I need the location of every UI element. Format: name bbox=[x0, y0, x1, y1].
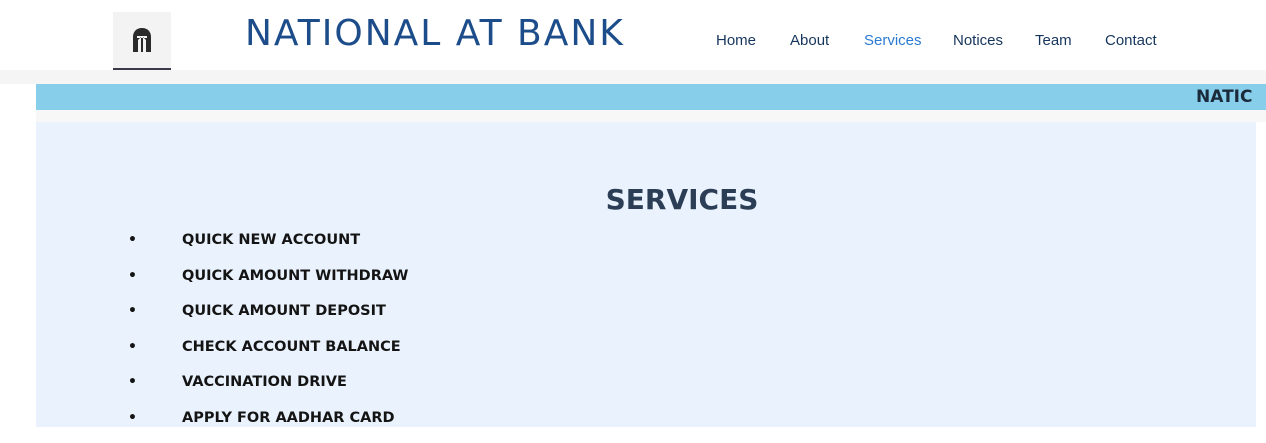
nav-team[interactable]: Team bbox=[1035, 31, 1105, 51]
page-title: SERVICES bbox=[36, 182, 1266, 218]
nav-notices[interactable]: Notices bbox=[953, 31, 1035, 51]
list-item: • VACCINATION DRIVE bbox=[128, 372, 408, 408]
news-ticker: NATIC bbox=[36, 84, 1266, 110]
ticker-text: NATIC bbox=[1196, 87, 1252, 107]
service-label: QUICK AMOUNT DEPOSIT bbox=[182, 303, 386, 319]
service-label: APPLY FOR AADHAR CARD bbox=[182, 410, 395, 426]
services-list: • QUICK NEW ACCOUNT • QUICK AMOUNT WITHDRA… bbox=[128, 230, 408, 443]
brand-name[interactable]: NATIONAL AT BANK bbox=[245, 12, 625, 56]
list-item: • QUICK AMOUNT DEPOSIT bbox=[128, 301, 408, 337]
nav-contact[interactable]: Contact bbox=[1105, 31, 1175, 51]
nav-home[interactable]: Home bbox=[716, 31, 790, 51]
header-divider bbox=[0, 70, 1266, 84]
service-label: CHECK ACCOUNT BALANCE bbox=[182, 339, 401, 355]
bullet-icon: • bbox=[128, 408, 137, 428]
service-label: QUICK NEW ACCOUNT bbox=[182, 232, 360, 248]
list-item: • APPLY FOR AADHAR CARD bbox=[128, 408, 408, 443]
spartan-helmet-icon bbox=[131, 27, 153, 53]
bullet-icon: • bbox=[128, 301, 137, 321]
service-label: VACCINATION DRIVE bbox=[182, 374, 347, 390]
nav-about[interactable]: About bbox=[790, 31, 864, 51]
ticker-divider bbox=[36, 110, 1266, 122]
bullet-icon: • bbox=[128, 230, 137, 250]
logo[interactable] bbox=[113, 12, 171, 70]
main-nav: Home About Services Notices Team Contact bbox=[716, 31, 1175, 51]
nav-services[interactable]: Services bbox=[864, 31, 953, 51]
list-item: • QUICK NEW ACCOUNT bbox=[128, 230, 408, 266]
bullet-icon: • bbox=[128, 266, 137, 286]
service-label: QUICK AMOUNT WITHDRAW bbox=[182, 268, 408, 284]
services-section: SERVICES •QUICK NEW ACCOUNT •QUICK AMOUN… bbox=[36, 122, 1256, 427]
list-item: • CHECK ACCOUNT BALANCE bbox=[128, 337, 408, 373]
bullet-icon: • bbox=[128, 337, 137, 357]
list-item: • QUICK AMOUNT WITHDRAW bbox=[128, 266, 408, 302]
site-header: NATIONAL AT BANK Home About Services Not… bbox=[0, 0, 1266, 70]
bullet-icon: • bbox=[128, 372, 137, 392]
